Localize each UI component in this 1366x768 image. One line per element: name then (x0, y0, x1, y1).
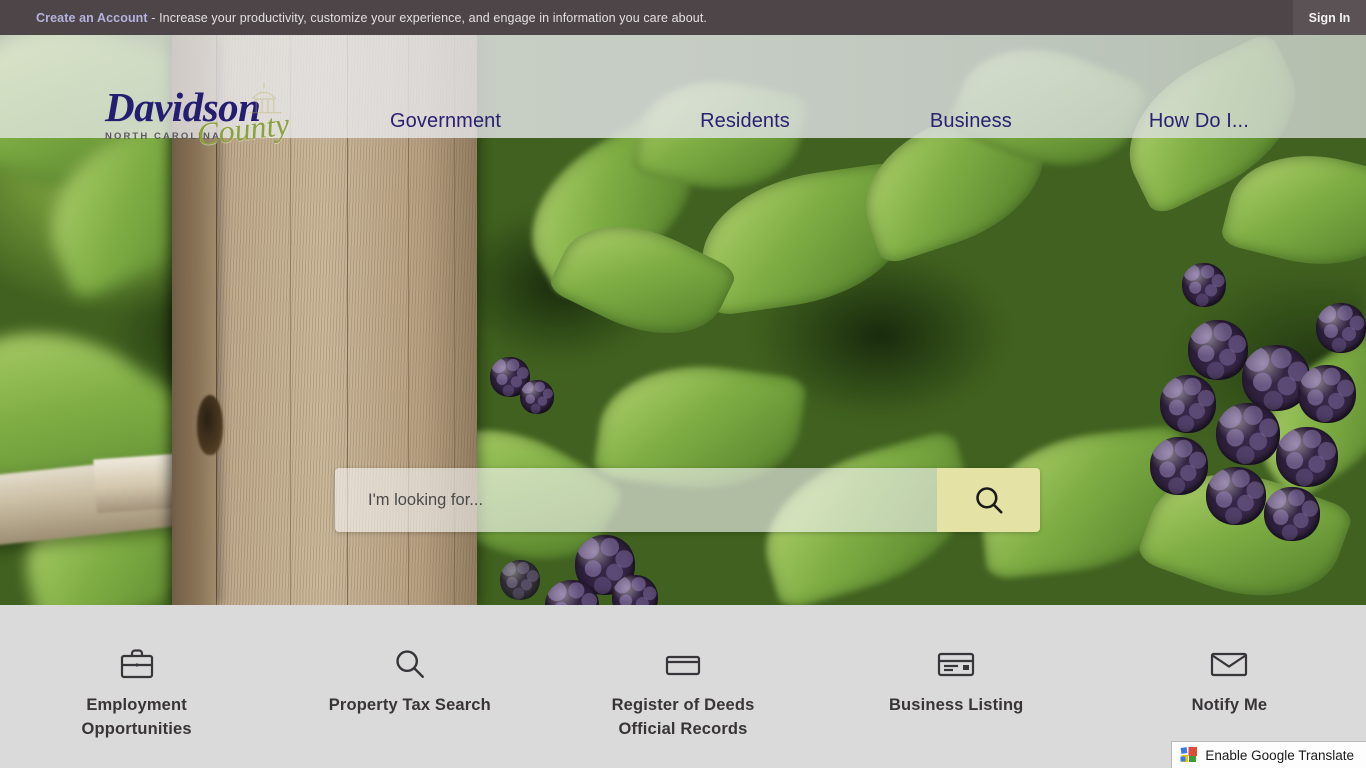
quick-link-icon-wrap (665, 647, 701, 681)
quick-link-label: Property Tax Search (329, 694, 491, 718)
blackberry (1188, 320, 1248, 380)
google-translate-label: Enable Google Translate (1205, 747, 1354, 763)
quick-link-label-line2: Official Records (618, 719, 748, 738)
site-logo[interactable]: Davidson NORTH CAROLINA County (105, 82, 300, 153)
search-icon (396, 650, 424, 678)
quick-link-label: Business Listing (889, 694, 1023, 718)
search-submit-button[interactable] (937, 468, 1040, 532)
blackberry (1276, 427, 1338, 487)
quick-link-icon-wrap (937, 647, 975, 681)
quick-link-label-line1: Register of Deeds (611, 696, 755, 714)
quick-link-icon-wrap (1210, 647, 1248, 681)
blackberry (1182, 263, 1226, 307)
quick-link-business-listing[interactable]: Business Listing (820, 605, 1093, 768)
quick-links-bar: Employment Opportunities Property Tax Se… (0, 605, 1366, 768)
quick-link-register-of-deeds[interactable]: Register of Deeds Official Records (546, 605, 819, 768)
search-input[interactable] (335, 468, 937, 532)
quick-link-label-line1: Notify Me (1191, 696, 1268, 714)
sign-in-button[interactable]: Sign In (1293, 0, 1366, 35)
quick-link-label: Employment Opportunities (82, 694, 192, 742)
blackberry (1150, 437, 1208, 495)
blackberry (500, 560, 540, 600)
quick-link-label-line1: Employment (86, 696, 187, 714)
quick-link-property-tax-search[interactable]: Property Tax Search (273, 605, 546, 768)
page-root: Create an Account - Increase your produc… (0, 0, 1366, 768)
quick-link-label: Notify Me (1192, 694, 1268, 718)
envelope-icon (1211, 652, 1248, 677)
site-header: Davidson NORTH CAROLINA County Governmen… (0, 35, 1366, 153)
quick-link-label-line2: Opportunities (81, 719, 192, 738)
blackberry (1206, 467, 1266, 525)
blackberry (1264, 487, 1320, 541)
nav-item-business[interactable]: Business (930, 110, 1012, 133)
post-knot (197, 395, 223, 455)
create-account-link[interactable]: Create an Account (36, 11, 148, 25)
quick-link-label-line1: Property Tax Search (328, 696, 491, 714)
blackberry (1216, 403, 1280, 465)
utility-top-bar: Create an Account - Increase your produc… (0, 0, 1366, 35)
quick-link-employment-opportunities[interactable]: Employment Opportunities (0, 605, 273, 768)
nav-item-government[interactable]: Government (390, 110, 501, 133)
blackberry (1160, 375, 1216, 433)
nav-item-how-do-i[interactable]: How Do I... (1149, 110, 1249, 133)
search-icon (975, 487, 1002, 514)
folder-icon (665, 655, 701, 676)
google-translate-toggle[interactable]: Enable Google Translate (1171, 741, 1366, 768)
blackberry (1316, 303, 1366, 353)
quick-link-icon-wrap (393, 647, 427, 681)
blackberry (1298, 365, 1356, 423)
account-promo-message: Create an Account - Increase your produc… (0, 11, 707, 25)
main-navigation: Government Residents Business How Do I..… (330, 70, 1366, 173)
id-card-icon (938, 652, 975, 677)
blackberry (520, 380, 554, 414)
briefcase-icon (120, 649, 153, 679)
quick-link-icon-wrap (119, 647, 155, 681)
promo-separator: - (147, 10, 160, 25)
google-logo-icon (1180, 747, 1198, 762)
quick-link-label-line1: Business Listing (888, 696, 1024, 714)
site-search (335, 468, 1040, 532)
promo-text: Increase your productivity, customize yo… (159, 10, 707, 25)
nav-item-residents[interactable]: Residents (700, 110, 790, 133)
quick-link-label: Register of Deeds Official Records (612, 694, 755, 742)
